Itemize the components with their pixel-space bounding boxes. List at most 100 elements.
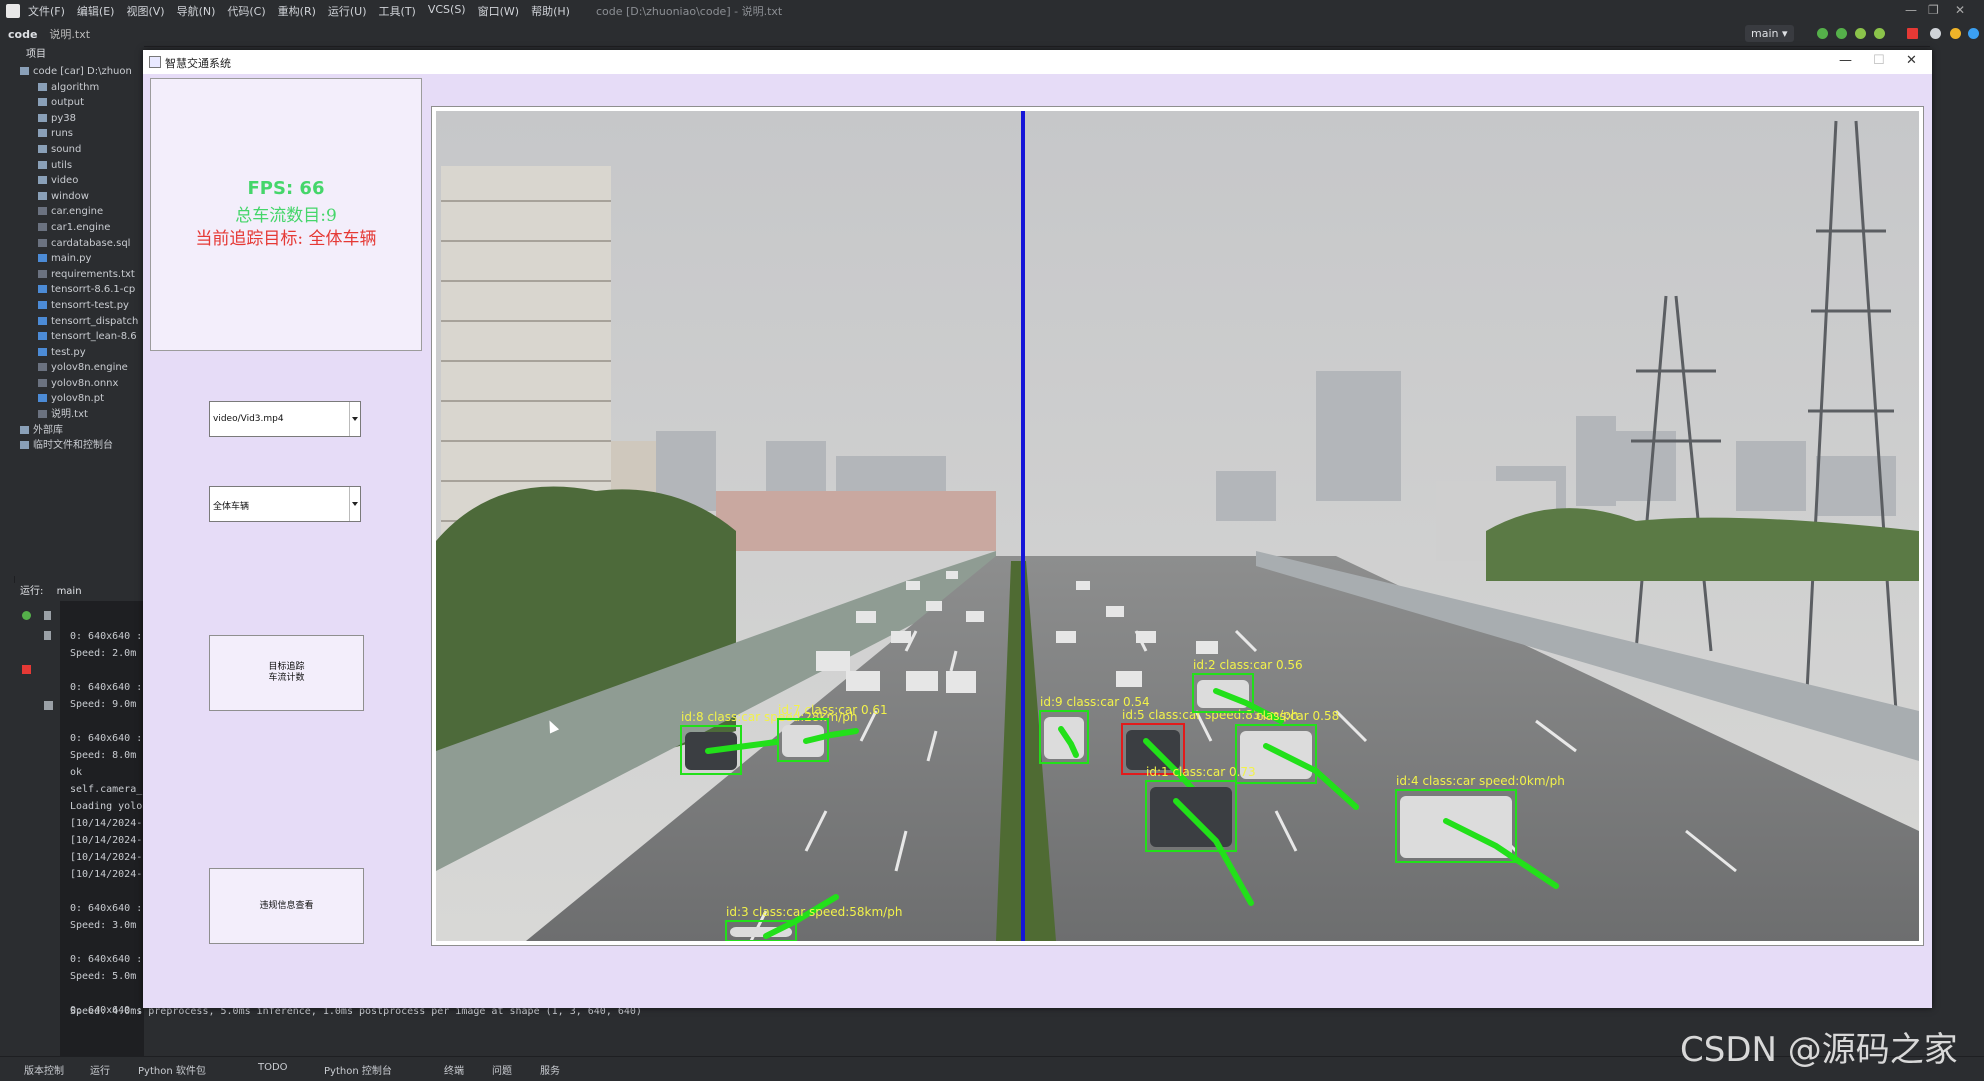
menu-item-5[interactable]: 重构(R) <box>278 3 316 19</box>
tree-item[interactable]: tensorrt_lean-8.6 <box>14 329 144 345</box>
menu-item-7[interactable]: 工具(T) <box>379 3 416 19</box>
tree-item[interactable]: runs <box>14 126 144 142</box>
console-line: Speed: 2.0m <box>70 648 137 659</box>
detection-label-6: id:1 class:car 0.73 <box>1146 765 1256 779</box>
maximize-icon[interactable]: ❐ <box>1928 3 1939 17</box>
tree-item-label: car1.engine <box>51 221 111 233</box>
tree-item-label: cardatabase.sql <box>51 237 131 249</box>
tree-item-label: car.engine <box>51 206 104 218</box>
status-tab-5[interactable]: 终端 <box>444 1062 464 1077</box>
tree-item[interactable]: car.engine <box>14 204 144 220</box>
breadcrumb-project[interactable]: code <box>8 28 37 41</box>
chevron-down-icon[interactable] <box>349 487 360 521</box>
tree-item-label: main.py <box>51 253 92 265</box>
tree-item[interactable]: yolov8n.engine <box>14 360 144 376</box>
project-panel-header[interactable]: 项目 <box>14 46 144 64</box>
tree-item[interactable]: py38 <box>14 111 144 127</box>
tree-item-label: requirements.txt <box>51 268 135 280</box>
menu-item-0[interactable]: 文件(F) <box>28 3 65 19</box>
close-icon[interactable]: ✕ <box>1955 3 1965 17</box>
scroll-up-icon[interactable] <box>44 611 51 620</box>
tree-item-label: algorithm <box>51 81 100 93</box>
video-source-value: video/Vid3.mp4 <box>213 414 284 424</box>
update-icon[interactable] <box>1950 28 1961 39</box>
folder-icon <box>38 82 47 91</box>
tree-item[interactable]: utils <box>14 158 144 174</box>
tree-item[interactable]: tensorrt-8.6.1-cp <box>14 282 144 298</box>
chevron-down-icon[interactable] <box>349 402 360 436</box>
file-icon <box>38 347 47 356</box>
detection-label-8: id:3 class:car speed:58km/ph <box>726 905 902 919</box>
status-tab-6[interactable]: 问题 <box>492 1062 512 1077</box>
tree-item-label: video <box>51 175 79 187</box>
folder-icon <box>38 176 47 185</box>
debug-icon[interactable] <box>1836 28 1847 39</box>
tree-item[interactable]: video <box>14 173 144 189</box>
tree-item[interactable]: yolov8n.onnx <box>14 376 144 392</box>
profile-icon[interactable] <box>1874 28 1885 39</box>
tool-window-strip <box>0 46 15 1056</box>
tree-item[interactable]: 临时文件和控制台 <box>14 438 144 454</box>
status-tab-4[interactable]: Python 控制台 <box>324 1062 392 1077</box>
app-minimize-icon[interactable]: — <box>1839 53 1852 68</box>
tree-item[interactable]: yolov8n.pt <box>14 391 144 407</box>
status-tab-1[interactable]: 运行 <box>90 1062 110 1077</box>
status-tab-3[interactable]: TODO <box>258 1062 288 1073</box>
right-tool-strip <box>1930 46 1984 1056</box>
tree-item[interactable]: tensorrt-test.py <box>14 298 144 314</box>
folder-icon <box>20 441 29 450</box>
menu-item-6[interactable]: 运行(U) <box>328 3 367 19</box>
run-tab-main[interactable]: main <box>57 586 82 597</box>
tree-item[interactable]: test.py <box>14 345 144 361</box>
tree-item[interactable]: sound <box>14 142 144 158</box>
scroll-down-icon[interactable] <box>44 631 51 640</box>
tree-item[interactable]: requirements.txt <box>14 267 144 283</box>
video-source-select[interactable]: video/Vid3.mp4 <box>209 401 361 437</box>
tree-item-label: tensorrt_dispatch <box>51 315 139 327</box>
tree-item-label: yolov8n.onnx <box>51 377 119 389</box>
console-line: Speed: 9.0m <box>70 699 137 710</box>
status-tab-0[interactable]: 版本控制 <box>24 1062 64 1077</box>
tree-item[interactable]: main.py <box>14 251 144 267</box>
search-icon[interactable] <box>1930 28 1941 39</box>
status-tab-2[interactable]: Python 软件包 <box>138 1062 206 1077</box>
menu-item-3[interactable]: 导航(N) <box>177 3 216 19</box>
menu-item-9[interactable]: 窗口(W) <box>478 3 519 19</box>
file-icon <box>38 254 47 263</box>
file-icon <box>38 207 47 216</box>
coverage-icon[interactable] <box>1855 28 1866 39</box>
target-type-select[interactable]: 全体车辆 <box>209 486 361 522</box>
rerun-icon[interactable] <box>1817 28 1828 39</box>
violation-view-button[interactable]: 违规信息查看 <box>209 868 364 944</box>
tree-item[interactable]: code [car] D:\zhuon <box>14 64 144 80</box>
track-count-button[interactable]: 目标追踪 车流计数 <box>209 635 364 711</box>
tree-item[interactable]: cardatabase.sql <box>14 236 144 252</box>
run-config-select[interactable]: main ▾ <box>1745 25 1794 42</box>
console-line: Speed: 8.0m <box>70 750 137 761</box>
tree-item[interactable]: output <box>14 95 144 111</box>
menu-item-8[interactable]: VCS(S) <box>428 3 466 19</box>
rerun-icon[interactable] <box>22 611 31 620</box>
status-tab-7[interactable]: 服务 <box>540 1062 560 1077</box>
tree-item[interactable]: 说明.txt <box>14 407 144 423</box>
menu-item-10[interactable]: 帮助(H) <box>531 3 570 19</box>
stop-icon[interactable] <box>1907 28 1918 39</box>
menu-item-2[interactable]: 视图(V) <box>126 3 164 19</box>
folder-icon <box>20 67 29 75</box>
console-line: 0: 640x640 : <box>70 733 143 744</box>
breadcrumb-file[interactable]: 说明.txt <box>49 26 90 42</box>
tree-item[interactable]: 外部库 <box>14 423 144 439</box>
tree-item[interactable]: car1.engine <box>14 220 144 236</box>
trash-icon[interactable] <box>44 701 53 710</box>
tree-item[interactable]: window <box>14 189 144 205</box>
assistant-icon[interactable] <box>1968 28 1979 39</box>
app-close-icon[interactable]: ✕ <box>1906 53 1917 68</box>
stop-icon[interactable] <box>22 665 31 674</box>
menu-item-4[interactable]: 代码(C) <box>227 3 265 19</box>
menu-item-1[interactable]: 编辑(E) <box>77 3 115 19</box>
tree-item-label: output <box>51 97 84 109</box>
tree-item-label: window <box>51 190 89 202</box>
minimize-icon[interactable]: — <box>1905 3 1917 17</box>
tree-item[interactable]: tensorrt_dispatch <box>14 314 144 330</box>
tree-item[interactable]: algorithm <box>14 80 144 96</box>
